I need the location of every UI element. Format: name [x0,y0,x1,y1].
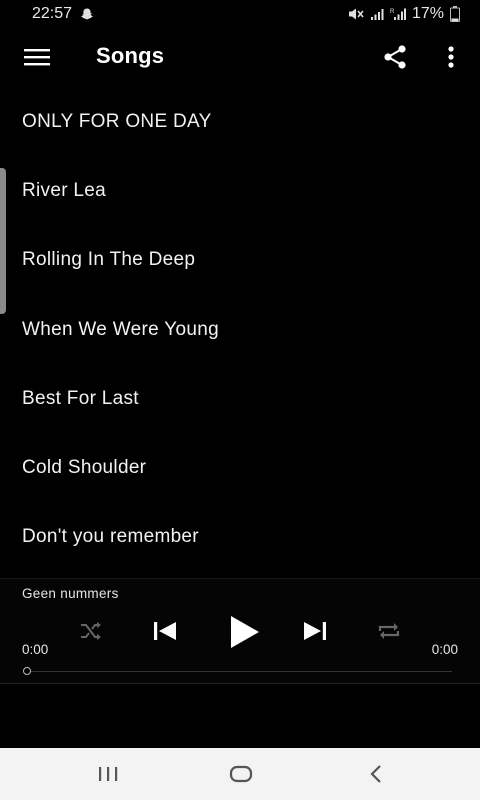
song-item[interactable]: Cold Shoulder [0,433,480,502]
seek-thumb[interactable] [23,667,31,675]
song-item[interactable]: Best For Last [0,364,480,433]
back-icon[interactable] [356,760,396,788]
repeat-icon[interactable] [374,617,404,645]
home-icon[interactable] [221,760,261,788]
status-left: 22:57 [32,5,94,23]
signal-r-icon: R [390,7,406,21]
skip-next-icon[interactable] [300,617,330,645]
play-icon[interactable] [224,613,264,651]
signal-icon [370,7,384,21]
seek-bar[interactable] [28,671,452,672]
song-list: ONLY FOR ONE DAY River Lea Rolling In Th… [0,87,480,577]
now-playing-title: Geen nummers [22,586,119,601]
song-item[interactable]: When We Were Young [0,295,480,364]
snapchat-ghost-icon [80,7,94,21]
song-item[interactable]: River Lea [0,156,480,225]
system-nav-bar [0,748,480,800]
status-time: 22:57 [32,5,73,22]
hamburger-menu-icon[interactable] [22,44,52,70]
battery-percent: 17% [411,5,444,22]
screen: 22:57 R 17% Songs ONLY FOR ONE DAY River… [0,0,480,800]
share-icon[interactable] [380,42,410,72]
song-item[interactable]: Rolling In The Deep [0,226,480,295]
app-bar: Songs [0,28,480,86]
time-total: 0:00 [431,642,458,657]
battery-icon [450,6,460,22]
song-item[interactable]: Don't you remember [0,503,480,572]
shuffle-icon[interactable] [76,617,106,645]
skip-previous-icon[interactable] [150,617,180,645]
recents-icon[interactable] [88,760,128,788]
status-right: R 17% [348,5,460,23]
song-item[interactable]: ONLY FOR ONE DAY [0,87,480,156]
player-panel: Geen nummers 0:00 0:00 [0,578,480,684]
time-elapsed: 0:00 [22,642,49,657]
page-title: Songs [96,43,165,68]
scroll-handle[interactable] [0,168,6,314]
status-bar: 22:57 R 17% [0,0,480,28]
svg-text:R: R [390,9,395,15]
more-vert-icon[interactable] [438,42,464,72]
mute-icon [348,7,364,21]
